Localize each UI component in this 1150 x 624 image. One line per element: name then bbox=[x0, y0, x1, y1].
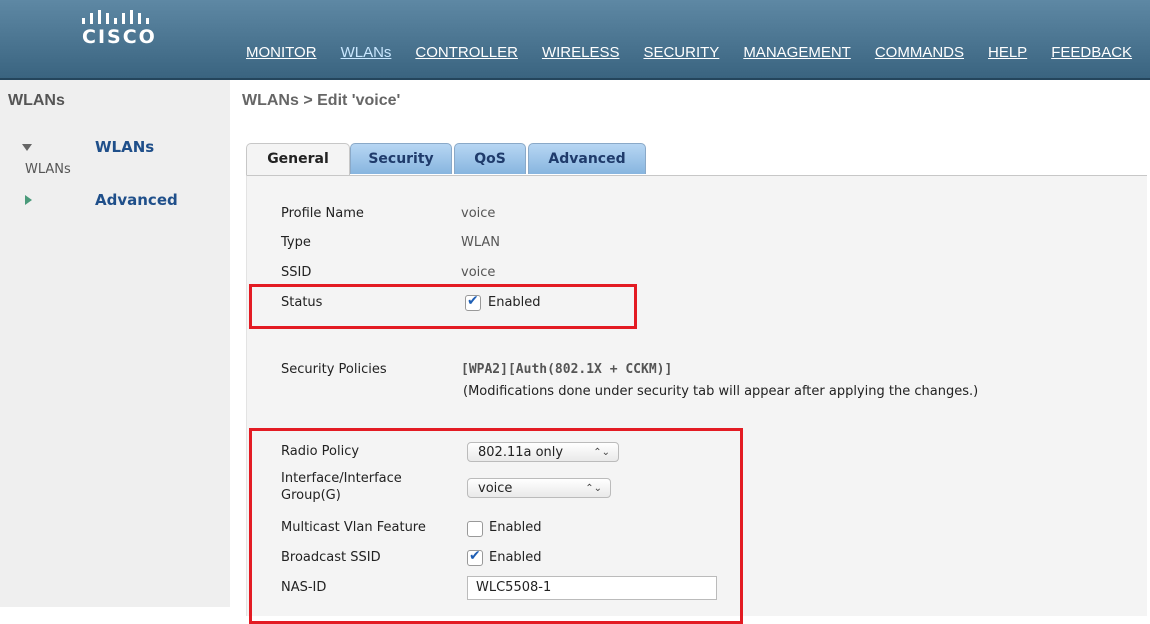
type-label: Type bbox=[281, 235, 311, 250]
type-value: WLAN bbox=[461, 235, 501, 250]
profile-name-label: Profile Name bbox=[281, 206, 364, 221]
expand-right-icon[interactable] bbox=[25, 195, 32, 205]
nav-commands[interactable]: COMMANDS bbox=[875, 44, 964, 66]
interface-select[interactable]: voice ⌃⌄ bbox=[467, 478, 611, 498]
status-label: Status bbox=[281, 295, 323, 310]
general-panel: Profile Name voice Type WLAN SSID voice … bbox=[246, 175, 1147, 624]
radio-policy-select[interactable]: 802.11a only ⌃⌄ bbox=[467, 442, 619, 462]
interface-value: voice bbox=[478, 481, 513, 496]
top-header-bar: CISCO MONITOR WLANs CONTROLLER WIRELESS … bbox=[0, 0, 1150, 80]
sidebar-title: WLANs bbox=[8, 92, 65, 109]
tab-qos[interactable]: QoS bbox=[454, 143, 526, 174]
radio-policy-label: Radio Policy bbox=[281, 444, 360, 459]
status-enabled-text: Enabled bbox=[488, 295, 541, 310]
profile-name-value: voice bbox=[461, 206, 496, 221]
security-policies-value: [WPA2][Auth(802.1X + CCKM)] bbox=[461, 362, 673, 377]
multicast-enabled-text: Enabled bbox=[489, 520, 542, 535]
security-note: (Modifications done under security tab w… bbox=[463, 384, 979, 399]
nav-feedback[interactable]: FEEDBACK bbox=[1051, 44, 1132, 66]
interface-label-line1: Interface/Interface bbox=[281, 471, 402, 486]
broadcast-ssid-label: Broadcast SSID bbox=[281, 550, 381, 565]
nas-id-label: NAS-ID bbox=[281, 580, 327, 595]
broadcast-enabled-text: Enabled bbox=[489, 550, 542, 565]
page-title: WLANs > Edit 'voice' bbox=[242, 92, 401, 109]
multicast-label: Multicast Vlan Feature bbox=[281, 520, 426, 535]
nav-monitor[interactable]: MONITOR bbox=[246, 44, 317, 66]
nav-help[interactable]: HELP bbox=[988, 44, 1027, 66]
select-arrows-icon: ⌃⌄ bbox=[585, 483, 602, 494]
nas-id-input[interactable]: WLC5508-1 bbox=[467, 576, 717, 600]
status-checkbox[interactable] bbox=[465, 293, 481, 311]
broadcast-ssid-checkbox[interactable] bbox=[467, 548, 483, 566]
sidebar-subitem-wlans[interactable]: WLANs bbox=[25, 162, 71, 177]
nav-wireless[interactable]: WIRELESS bbox=[542, 44, 620, 66]
main-content: WLANs > Edit 'voice' General Security Qo… bbox=[230, 80, 1150, 624]
sidebar-item-wlans[interactable]: WLANs bbox=[95, 138, 154, 156]
cisco-wordmark: CISCO bbox=[82, 26, 157, 48]
ssid-label: SSID bbox=[281, 265, 312, 280]
nav-security[interactable]: SECURITY bbox=[643, 44, 719, 66]
tab-general[interactable]: General bbox=[246, 143, 350, 176]
interface-label-line2: Group(G) bbox=[281, 488, 341, 503]
main-nav: MONITOR WLANs CONTROLLER WIRELESS SECURI… bbox=[246, 44, 1150, 66]
tab-advanced[interactable]: Advanced bbox=[528, 143, 646, 174]
expand-down-icon[interactable] bbox=[22, 144, 32, 151]
sidebar: WLANs WLANs WLANs Advanced bbox=[0, 80, 231, 607]
interface-label: Interface/Interface Group(G) bbox=[281, 470, 402, 504]
cisco-logo: CISCO bbox=[80, 6, 170, 50]
radio-policy-value: 802.11a only bbox=[478, 445, 564, 460]
nav-management[interactable]: MANAGEMENT bbox=[743, 44, 851, 66]
sidebar-item-advanced[interactable]: Advanced bbox=[95, 191, 178, 209]
nav-controller[interactable]: CONTROLLER bbox=[415, 44, 518, 66]
security-policies-label: Security Policies bbox=[281, 362, 387, 377]
tab-security[interactable]: Security bbox=[350, 143, 452, 174]
ssid-value: voice bbox=[461, 265, 496, 280]
nav-wlans[interactable]: WLANs bbox=[341, 44, 392, 66]
cisco-bars-icon bbox=[82, 10, 149, 24]
multicast-checkbox[interactable] bbox=[467, 521, 483, 537]
select-arrows-icon: ⌃⌄ bbox=[593, 447, 610, 458]
